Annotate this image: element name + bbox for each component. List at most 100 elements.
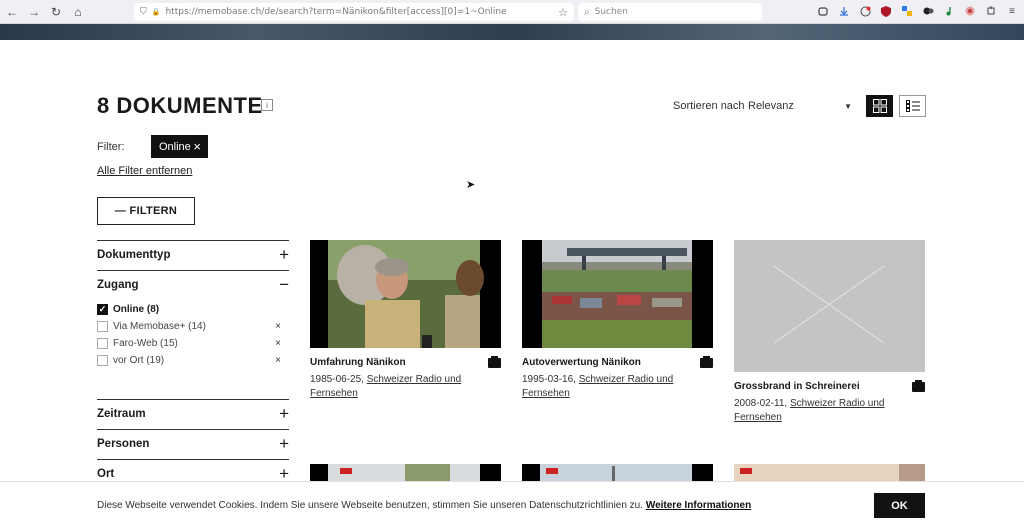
lock-icon: 🔒 [151, 8, 161, 16]
info-icon[interactable]: i [261, 99, 273, 111]
accordion-zugang[interactable]: Zugang − [97, 275, 289, 294]
accordion-zeitraum[interactable]: Zeitraum + [97, 404, 289, 423]
filter-toggle-button[interactable]: — FILTERN [97, 197, 195, 225]
result-date: 1985-06-25, [310, 374, 364, 385]
divider [97, 459, 289, 460]
shield-icon: ⛉ [140, 7, 147, 17]
browser-search-input[interactable]: ⌕ Suchen [578, 3, 762, 21]
url-text: https://memobase.ch/de/search?term=Nänik… [165, 7, 507, 17]
remove-all-filters-link[interactable]: Alle Filter entfernen [97, 165, 192, 177]
accordion-dokumenttyp[interactable]: Dokumenttyp + [97, 245, 289, 264]
cookie-message: Diese Webseite verwendet Cookies. Indem … [97, 500, 644, 511]
exclude-icon[interactable]: × [275, 338, 281, 349]
bookmark-star-icon[interactable]: ☆ [558, 6, 568, 19]
grid-view-button[interactable] [866, 95, 893, 117]
plus-icon: + [279, 434, 289, 453]
download-icon[interactable] [838, 4, 850, 18]
accordion-label: Zeitraum [97, 408, 146, 420]
account-icon[interactable] [859, 4, 871, 18]
result-date: 2008-02-11, [734, 398, 788, 409]
extension-puzzle-icon[interactable] [922, 4, 934, 18]
result-title[interactable]: Umfahrung Nänikon [310, 355, 501, 368]
video-thumbnail[interactable] [310, 240, 501, 348]
result-meta: 1995-03-16, Schweizer Radio und Fernsehe… [522, 373, 713, 401]
access-option-online[interactable]: ✓ Online (8) [97, 304, 281, 315]
plus-icon: + [279, 464, 289, 483]
result-meta: 2008-02-11, Schweizer Radio und Fernsehe… [734, 397, 925, 425]
video-type-icon [912, 379, 925, 392]
video-type-icon [488, 355, 501, 368]
cookie-banner: Diese Webseite verwendet Cookies. Indem … [0, 481, 1024, 527]
active-filter-chip[interactable]: Online × [151, 135, 208, 158]
extension-color-icon[interactable] [901, 4, 913, 18]
divider [97, 240, 289, 241]
pocket-icon[interactable] [817, 4, 829, 18]
divider [97, 429, 289, 430]
result-date: 1995-03-16, [522, 374, 576, 385]
option-label: Via Memobase+ (14) [113, 321, 206, 332]
sort-value: Relevanz [748, 100, 794, 112]
result-card[interactable]: Autoverwertung Nänikon 1995-03-16, Schwe… [522, 240, 713, 401]
exclude-icon[interactable]: × [275, 321, 281, 332]
plus-icon: + [279, 245, 289, 264]
divider [97, 399, 289, 400]
access-option-faro-web[interactable]: Faro-Web (15) × [97, 338, 281, 349]
checkbox[interactable] [97, 321, 108, 332]
address-bar[interactable]: ⛉ 🔒 https://memobase.ch/de/search?term=N… [134, 3, 574, 21]
access-option-memobase-plus[interactable]: Via Memobase+ (14) × [97, 321, 281, 332]
list-view-button[interactable] [899, 95, 926, 117]
cookie-more-info-link[interactable]: Weitere Informationen [646, 500, 751, 511]
option-label: vor Ort (19) [113, 355, 165, 366]
menu-icon[interactable]: ≡ [1006, 4, 1018, 18]
search-icon: ⌕ [584, 6, 590, 18]
result-title-text: Umfahrung Nänikon [310, 357, 406, 368]
sort-label: Sortieren nach [673, 100, 745, 112]
result-title[interactable]: Grossbrand in Schreinerei [734, 379, 925, 392]
checkbox-checked-icon[interactable]: ✓ [97, 304, 108, 315]
ublock-icon[interactable] [880, 4, 892, 18]
option-label: Faro-Web (15) [113, 338, 178, 349]
accordion-label: Dokumenttyp [97, 249, 171, 261]
result-meta: 1985-06-25, Schweizer Radio und Fernsehe… [310, 373, 501, 401]
close-icon[interactable]: × [193, 139, 201, 154]
exclude-icon[interactable]: × [275, 355, 281, 366]
plus-icon: + [279, 404, 289, 423]
option-label: Online (8) [113, 304, 160, 315]
cookie-text: Diese Webseite verwendet Cookies. Indem … [97, 500, 751, 511]
forward-icon[interactable]: → [24, 2, 44, 22]
result-title[interactable]: Autoverwertung Nänikon [522, 355, 713, 368]
reload-icon[interactable]: ↻ [46, 2, 66, 22]
back-icon[interactable]: ← [2, 2, 22, 22]
extensions-icon[interactable] [985, 4, 997, 18]
placeholder-thumbnail[interactable] [734, 240, 925, 372]
video-thumbnail[interactable] [522, 240, 713, 348]
home-icon[interactable]: ⌂ [68, 2, 88, 22]
filter-chip-label: Online [159, 140, 191, 153]
accordion-label: Zugang [97, 279, 139, 291]
extension-icons: ≡ [817, 4, 1018, 18]
video-type-icon [700, 355, 713, 368]
result-card[interactable]: Umfahrung Nänikon 1985-06-25, Schweizer … [310, 240, 501, 401]
accordion-personen[interactable]: Personen + [97, 434, 289, 453]
checkbox[interactable] [97, 355, 108, 366]
access-option-vor-ort[interactable]: vor Ort (19) × [97, 355, 281, 366]
page-title: 8 DOKUMENTE [97, 93, 263, 118]
result-card[interactable]: Grossbrand in Schreinerei 2008-02-11, Sc… [734, 240, 925, 425]
mouse-cursor-icon: ➤ [466, 179, 476, 191]
chevron-down-icon: ▼ [844, 102, 852, 111]
accordion-ort[interactable]: Ort + [97, 464, 289, 483]
checkbox[interactable] [97, 338, 108, 349]
result-title-text: Grossbrand in Schreinerei [734, 381, 860, 392]
minus-icon: − [279, 275, 289, 294]
header-image-strip [0, 24, 1024, 40]
sort-dropdown[interactable]: Relevanz ▼ [748, 100, 852, 112]
list-icon [905, 100, 920, 112]
extension-red-icon[interactable] [964, 4, 976, 18]
music-note-icon[interactable] [943, 4, 955, 18]
accordion-label: Ort [97, 468, 115, 480]
accordion-label: Personen [97, 438, 150, 450]
result-title-text: Autoverwertung Nänikon [522, 357, 641, 368]
cookie-ok-button[interactable]: OK [874, 493, 925, 518]
search-placeholder: Suchen [594, 7, 628, 17]
divider [97, 270, 289, 271]
